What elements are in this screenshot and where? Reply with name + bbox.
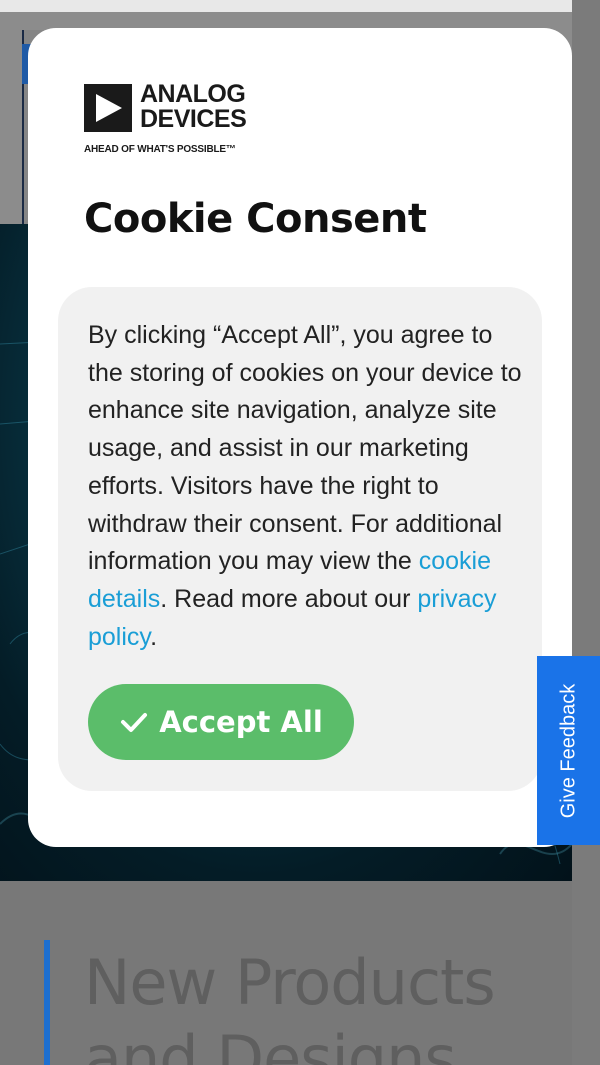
background-section-heading: New Products and Designs [84, 946, 496, 1065]
dialog-title: Cookie Consent [84, 196, 427, 242]
analog-devices-logo-icon [84, 84, 132, 132]
consent-text-part-3: . [150, 622, 158, 651]
checkmark-icon [121, 713, 148, 732]
consent-message: By clicking “Accept All”, you agree to t… [88, 317, 528, 656]
analog-devices-logo: ANALOG DEVICES AHEAD OF WHAT'S POSSIBLE™ [84, 80, 284, 184]
cookie-consent-dialog: ANALOG DEVICES AHEAD OF WHAT'S POSSIBLE™… [28, 28, 572, 847]
give-feedback-tab[interactable]: Give Feedback [537, 656, 600, 845]
accept-all-button[interactable]: Accept All [88, 684, 354, 760]
background-accent-bar [44, 940, 50, 1065]
accept-all-label: Accept All [159, 705, 323, 739]
background-top-strip [0, 0, 572, 12]
logo-wordmark: ANALOG DEVICES [140, 80, 247, 133]
logo-tagline: AHEAD OF WHAT'S POSSIBLE™ [84, 144, 236, 155]
background-scroll-strip [572, 0, 600, 1065]
consent-message-panel: By clicking “Accept All”, you agree to t… [58, 287, 542, 791]
consent-text-part-1: By clicking “Accept All”, you agree to t… [88, 321, 522, 576]
give-feedback-label: Give Feedback [557, 683, 579, 818]
consent-text-part-2: . Read more about our [160, 584, 418, 613]
